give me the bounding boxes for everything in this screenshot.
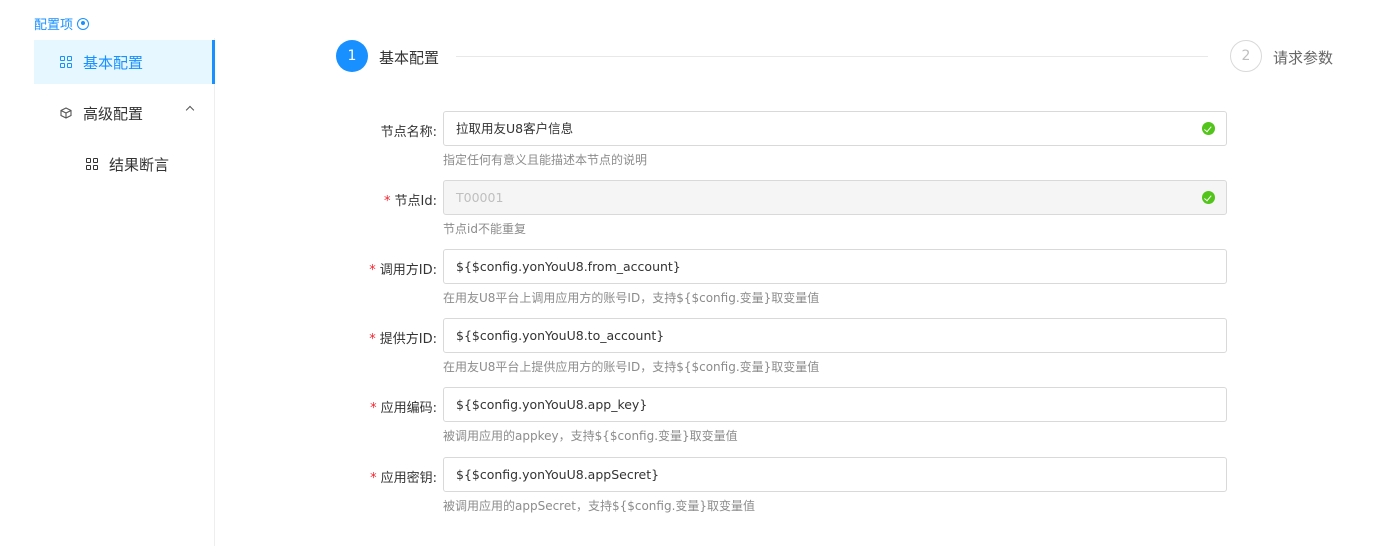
node-name-field[interactable]: 拉取用友U8客户信息 [443,111,1227,146]
field-help: 节点id不能重复 [443,222,526,236]
node-id-field-wrap: T00001 [443,180,1227,215]
required-mark: * [370,401,377,416]
cube-icon [60,107,72,119]
provider-id-field[interactable]: ${$config.yonYouU8.to_account} [443,318,1227,353]
chevron-up-icon[interactable] [185,105,195,115]
app-code-field[interactable]: ${$config.yonYouU8.app_key} [443,387,1227,422]
app-code-field-wrap: ${$config.yonYouU8.app_key} [443,387,1227,422]
sidebar-item-result-assertion[interactable]: 结果断言 [86,144,169,184]
check-circle-icon [1202,122,1215,135]
steps-bar: 1 基本配置 2 请求参数 [336,40,1346,76]
node-id-field[interactable]: T00001 [443,180,1227,215]
required-mark: * [369,332,376,347]
sidebar-item-label: 基本配置 [83,53,144,72]
step-1-label[interactable]: 基本配置 [379,47,439,68]
required-mark: * [370,471,377,486]
step-1-number[interactable]: 1 [336,40,368,72]
app-secret-field[interactable]: ${$config.yonYouU8.appSecret} [443,457,1227,492]
field-label: * 提供方ID: [369,332,437,347]
field-label: * 节点Id: [384,194,437,209]
provider-id-field-wrap: ${$config.yonYouU8.to_account} [443,318,1227,353]
caller-id-field-wrap: ${$config.yonYouU8.from_account} [443,249,1227,284]
field-help: 在用友U8平台上调用应用方的账号ID，支持${$config.变量}取变量值 [443,291,820,305]
sidebar: 基本配置 高级配置 结果断言 [34,38,215,546]
step-2-label[interactable]: 请求参数 [1273,47,1333,68]
sidebar-item-label: 高级配置 [83,104,144,123]
field-help: 被调用应用的appkey，支持${$config.变量}取变量值 [443,429,738,443]
sidebar-title-text: 配置项 [34,18,74,33]
field-label: * 应用密钥: [370,471,437,486]
node-name-field-wrap: 拉取用友U8客户信息 [443,111,1227,146]
sidebar-item-advanced-config[interactable]: 高级配置 [34,90,215,136]
caller-id-field[interactable]: ${$config.yonYouU8.from_account} [443,249,1227,284]
field-help: 被调用应用的appSecret，支持${$config.变量}取变量值 [443,499,756,513]
required-mark: * [384,194,391,209]
app-secret-field-wrap: ${$config.yonYouU8.appSecret} [443,457,1227,492]
sidebar-title: 配置项 [34,14,90,33]
check-circle-icon [1202,191,1215,204]
field-label: 节点名称: [380,125,437,140]
field-label: * 应用编码: [370,401,437,416]
grid-icon [86,158,98,170]
field-help: 指定任何有意义且能描述本节点的说明 [443,153,648,167]
field-help: 在用友U8平台上提供应用方的账号ID，支持${$config.变量}取变量值 [443,360,820,374]
settings-target-icon [77,17,90,30]
sidebar-item-basic-config[interactable]: 基本配置 [34,40,215,84]
sidebar-item-label: 结果断言 [109,155,170,174]
required-mark: * [369,263,376,278]
field-label: * 调用方ID: [369,263,437,278]
step-2-number[interactable]: 2 [1230,40,1262,72]
step-connector-line [456,56,1208,57]
grid-icon [60,56,72,68]
